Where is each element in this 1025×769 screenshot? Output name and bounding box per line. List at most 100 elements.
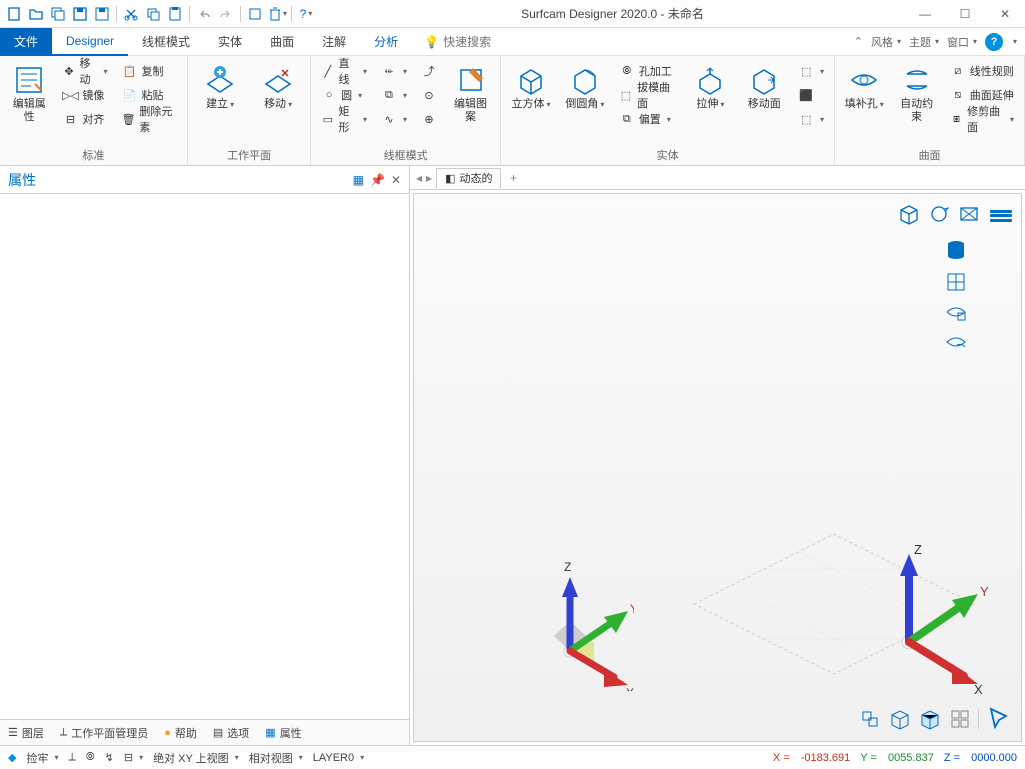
redo-icon[interactable] (216, 4, 236, 24)
search-input[interactable] (443, 35, 523, 49)
move-button[interactable]: ✥移动▾ (58, 60, 111, 82)
wp-manager-tab[interactable]: ⟂工作平面管理员 (60, 725, 148, 741)
rotate-view-icon[interactable] (927, 202, 951, 226)
fill-hole-button[interactable]: 填补孔▾ (841, 60, 887, 115)
edit-properties-button[interactable]: 编辑属性 (6, 60, 52, 128)
collapse-ribbon-icon[interactable]: ⌃ (854, 35, 863, 48)
view-nav-right[interactable]: ▸ (426, 171, 432, 185)
wire-tool-6[interactable]: ⊕ (417, 108, 441, 130)
options-tab[interactable]: ▤选项 (213, 725, 249, 741)
quick-search[interactable]: 💡 (424, 35, 523, 49)
batch-icon[interactable] (245, 4, 265, 24)
add-viewport-tab[interactable]: + (505, 170, 521, 186)
edit-scheme-button[interactable]: 编辑图案 (447, 60, 494, 128)
pull-surface-button[interactable]: ⬚拔模曲面 (615, 84, 681, 106)
menu-icon[interactable] (987, 202, 1015, 230)
align-button[interactable]: ⊟对齐 (58, 108, 111, 130)
help-tab[interactable]: ●帮助 (164, 725, 197, 741)
status-tool-1[interactable]: ⟂ (68, 751, 75, 764)
close-button[interactable]: ✕ (985, 1, 1025, 27)
help-button[interactable]: ? (985, 33, 1003, 51)
solid-tool-1[interactable]: ⬚▾ (794, 60, 828, 82)
viewport-3d[interactable]: Z Y X Z (413, 193, 1022, 742)
layers-tab[interactable]: ☰图层 (8, 725, 44, 741)
offset-button[interactable]: ⧉偏置▾ (615, 108, 681, 130)
linear-rule-button[interactable]: ⧄线性规则 (946, 60, 1018, 82)
wire-tool-2[interactable]: ⧉▾ (377, 84, 411, 106)
shaded-cube-icon[interactable] (918, 707, 942, 731)
save-icon[interactable] (70, 4, 90, 24)
wireframe-cube-icon[interactable] (888, 707, 912, 731)
svg-text:Y: Y (980, 584, 989, 599)
trim-surface-button[interactable]: ⧆修剪曲面▾ (946, 108, 1018, 130)
new-file-icon[interactable] (4, 4, 24, 24)
wire-tool-4[interactable]: ⤴ (417, 60, 441, 82)
open-file-icon[interactable] (26, 4, 46, 24)
layout-icon[interactable] (948, 707, 972, 731)
tab-solid[interactable]: 实体 (204, 27, 256, 56)
delete-elements-button[interactable]: 🗑删除元素 (117, 108, 181, 130)
panel-pin-icon[interactable]: 📌 (370, 173, 385, 187)
wire-tool-5[interactable]: ⊙ (417, 84, 441, 106)
style-dropdown[interactable]: 风格▾ (871, 34, 901, 50)
fillet-button[interactable]: 倒圆角▾ (561, 60, 609, 115)
viewport-tab[interactable]: ◧ 动态的 (436, 168, 501, 188)
properties-tab[interactable]: ▦属性 (265, 725, 301, 741)
window-dropdown[interactable]: 窗口▾ (947, 34, 977, 50)
move-plane-button[interactable]: 移动▾ (252, 60, 304, 115)
tab-analysis[interactable]: 分析 (360, 27, 412, 56)
save-as-icon[interactable] (92, 4, 112, 24)
tab-annotation[interactable]: 注解 (308, 27, 360, 56)
abs-view-dropdown[interactable]: 绝对 XY 上视图▾ (153, 750, 239, 766)
snap-dropdown[interactable]: 捡牢▾ (26, 750, 58, 766)
svg-text:Y: Y (630, 602, 634, 616)
minimize-button[interactable]: — (905, 1, 945, 27)
cube-button[interactable]: 立方体▾ (507, 60, 555, 115)
svg-text:X: X (626, 686, 634, 691)
grid-icon[interactable] (944, 270, 968, 294)
wire-tool-3[interactable]: ∿▾ (377, 108, 411, 130)
create-plane-button[interactable]: 建立▾ (194, 60, 246, 115)
paste-icon[interactable] (165, 4, 185, 24)
panel-close-icon[interactable]: ✕ (391, 173, 401, 187)
status-tool-4[interactable]: ⊟▾ (124, 751, 143, 764)
fit-view-icon[interactable] (957, 202, 981, 226)
cut-icon[interactable] (121, 4, 141, 24)
solid-tool-2[interactable]: ⬛ (794, 84, 828, 106)
line-button[interactable]: ╱直线▾ (317, 60, 371, 82)
theme-dropdown[interactable]: 主题▾ (909, 34, 939, 50)
move-face-button[interactable]: 移动面 (740, 60, 788, 115)
rect-button[interactable]: ▭矩形▾ (317, 108, 371, 130)
delete-icon[interactable]: ▾ (267, 4, 287, 24)
cursor-icon[interactable] (985, 705, 1013, 733)
status-tool-3[interactable]: ↯ (105, 751, 114, 764)
cylinder-icon[interactable] (942, 236, 970, 264)
view-cube-icon[interactable] (897, 202, 921, 226)
auto-constrain-button[interactable]: 自动约束 (893, 60, 939, 128)
help-qat-icon[interactable]: ?▾ (296, 4, 316, 24)
copy-button[interactable]: 📋复制 (117, 60, 181, 82)
extrude-button[interactable]: 拉伸▾ (687, 60, 735, 115)
select-mode-icon[interactable] (858, 707, 882, 731)
rel-view-dropdown[interactable]: 相对视图▾ (249, 750, 303, 766)
options-icon: ▤ (213, 726, 223, 739)
coord-x: X = -0183.691 (773, 752, 850, 764)
tab-wireframe[interactable]: 线框模式 (128, 27, 204, 56)
status-diamond-icon[interactable]: ◆ (8, 751, 16, 764)
eye-surface-icon[interactable] (944, 330, 968, 354)
eye-cube-icon[interactable] (944, 300, 968, 324)
solid-tool-3[interactable]: ⬚▾ (794, 108, 828, 130)
status-tool-2[interactable]: ⦾ (86, 751, 95, 764)
undo-icon[interactable] (194, 4, 214, 24)
view-nav-left[interactable]: ◂ (416, 171, 422, 185)
panel-options-icon[interactable]: ▦ (353, 173, 364, 187)
tab-designer[interactable]: Designer (52, 28, 128, 56)
copy-icon[interactable] (143, 4, 163, 24)
mirror-button[interactable]: ▷◁镜像 (58, 84, 111, 106)
tab-surface[interactable]: 曲面 (256, 27, 308, 56)
layer-dropdown[interactable]: LAYER0▾ (313, 752, 364, 764)
maximize-button[interactable]: ☐ (945, 1, 985, 27)
file-tab[interactable]: 文件 (0, 28, 52, 56)
save-all-icon[interactable] (48, 4, 68, 24)
wire-tool-1[interactable]: ⬰▾ (377, 60, 411, 82)
